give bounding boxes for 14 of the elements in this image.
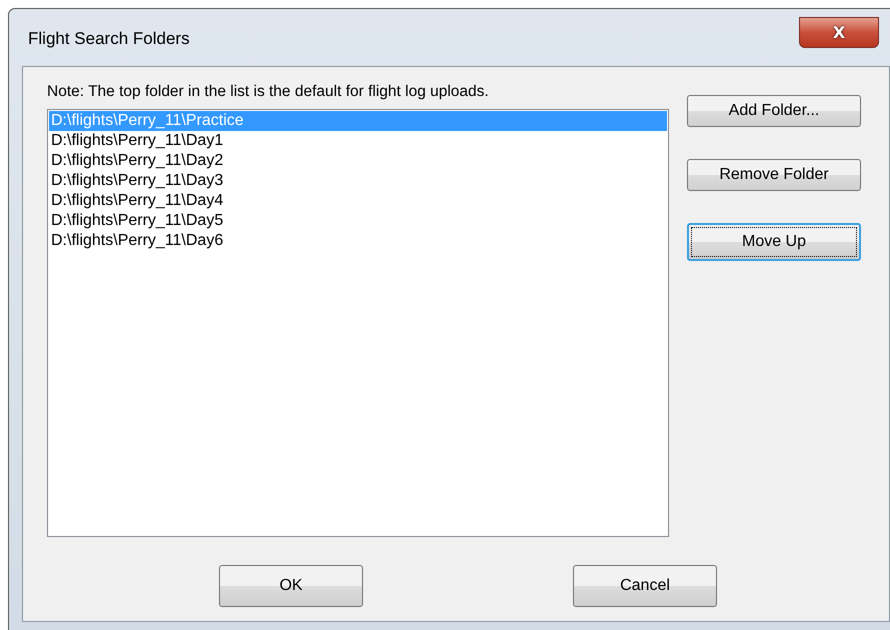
folder-item[interactable]: D:\flights\Perry_11\Day3	[49, 171, 667, 191]
folder-item[interactable]: D:\flights\Perry_11\Day4	[49, 191, 667, 211]
action-button[interactable]: Move Up	[687, 223, 861, 261]
folder-item[interactable]: D:\flights\Perry_11\Day6	[49, 231, 667, 251]
action-button[interactable]: Add Folder...	[687, 95, 861, 127]
folder-item[interactable]: D:\flights\Perry_11\Day2	[49, 151, 667, 171]
dialog-button[interactable]: Cancel	[573, 565, 717, 607]
folder-item[interactable]: D:\flights\Perry_11\Day1	[49, 131, 667, 151]
note-text: Note: The top folder in the list is the default for flight log uploads.	[47, 83, 490, 102]
window-title: Flight Search Folders	[27, 28, 190, 48]
dialog-button[interactable]: OK	[219, 565, 363, 607]
close-button[interactable]: X	[799, 17, 879, 48]
action-button[interactable]: Remove Folder	[687, 159, 861, 191]
folder-item[interactable]: D:\flights\Perry_11\Day5	[49, 211, 667, 231]
